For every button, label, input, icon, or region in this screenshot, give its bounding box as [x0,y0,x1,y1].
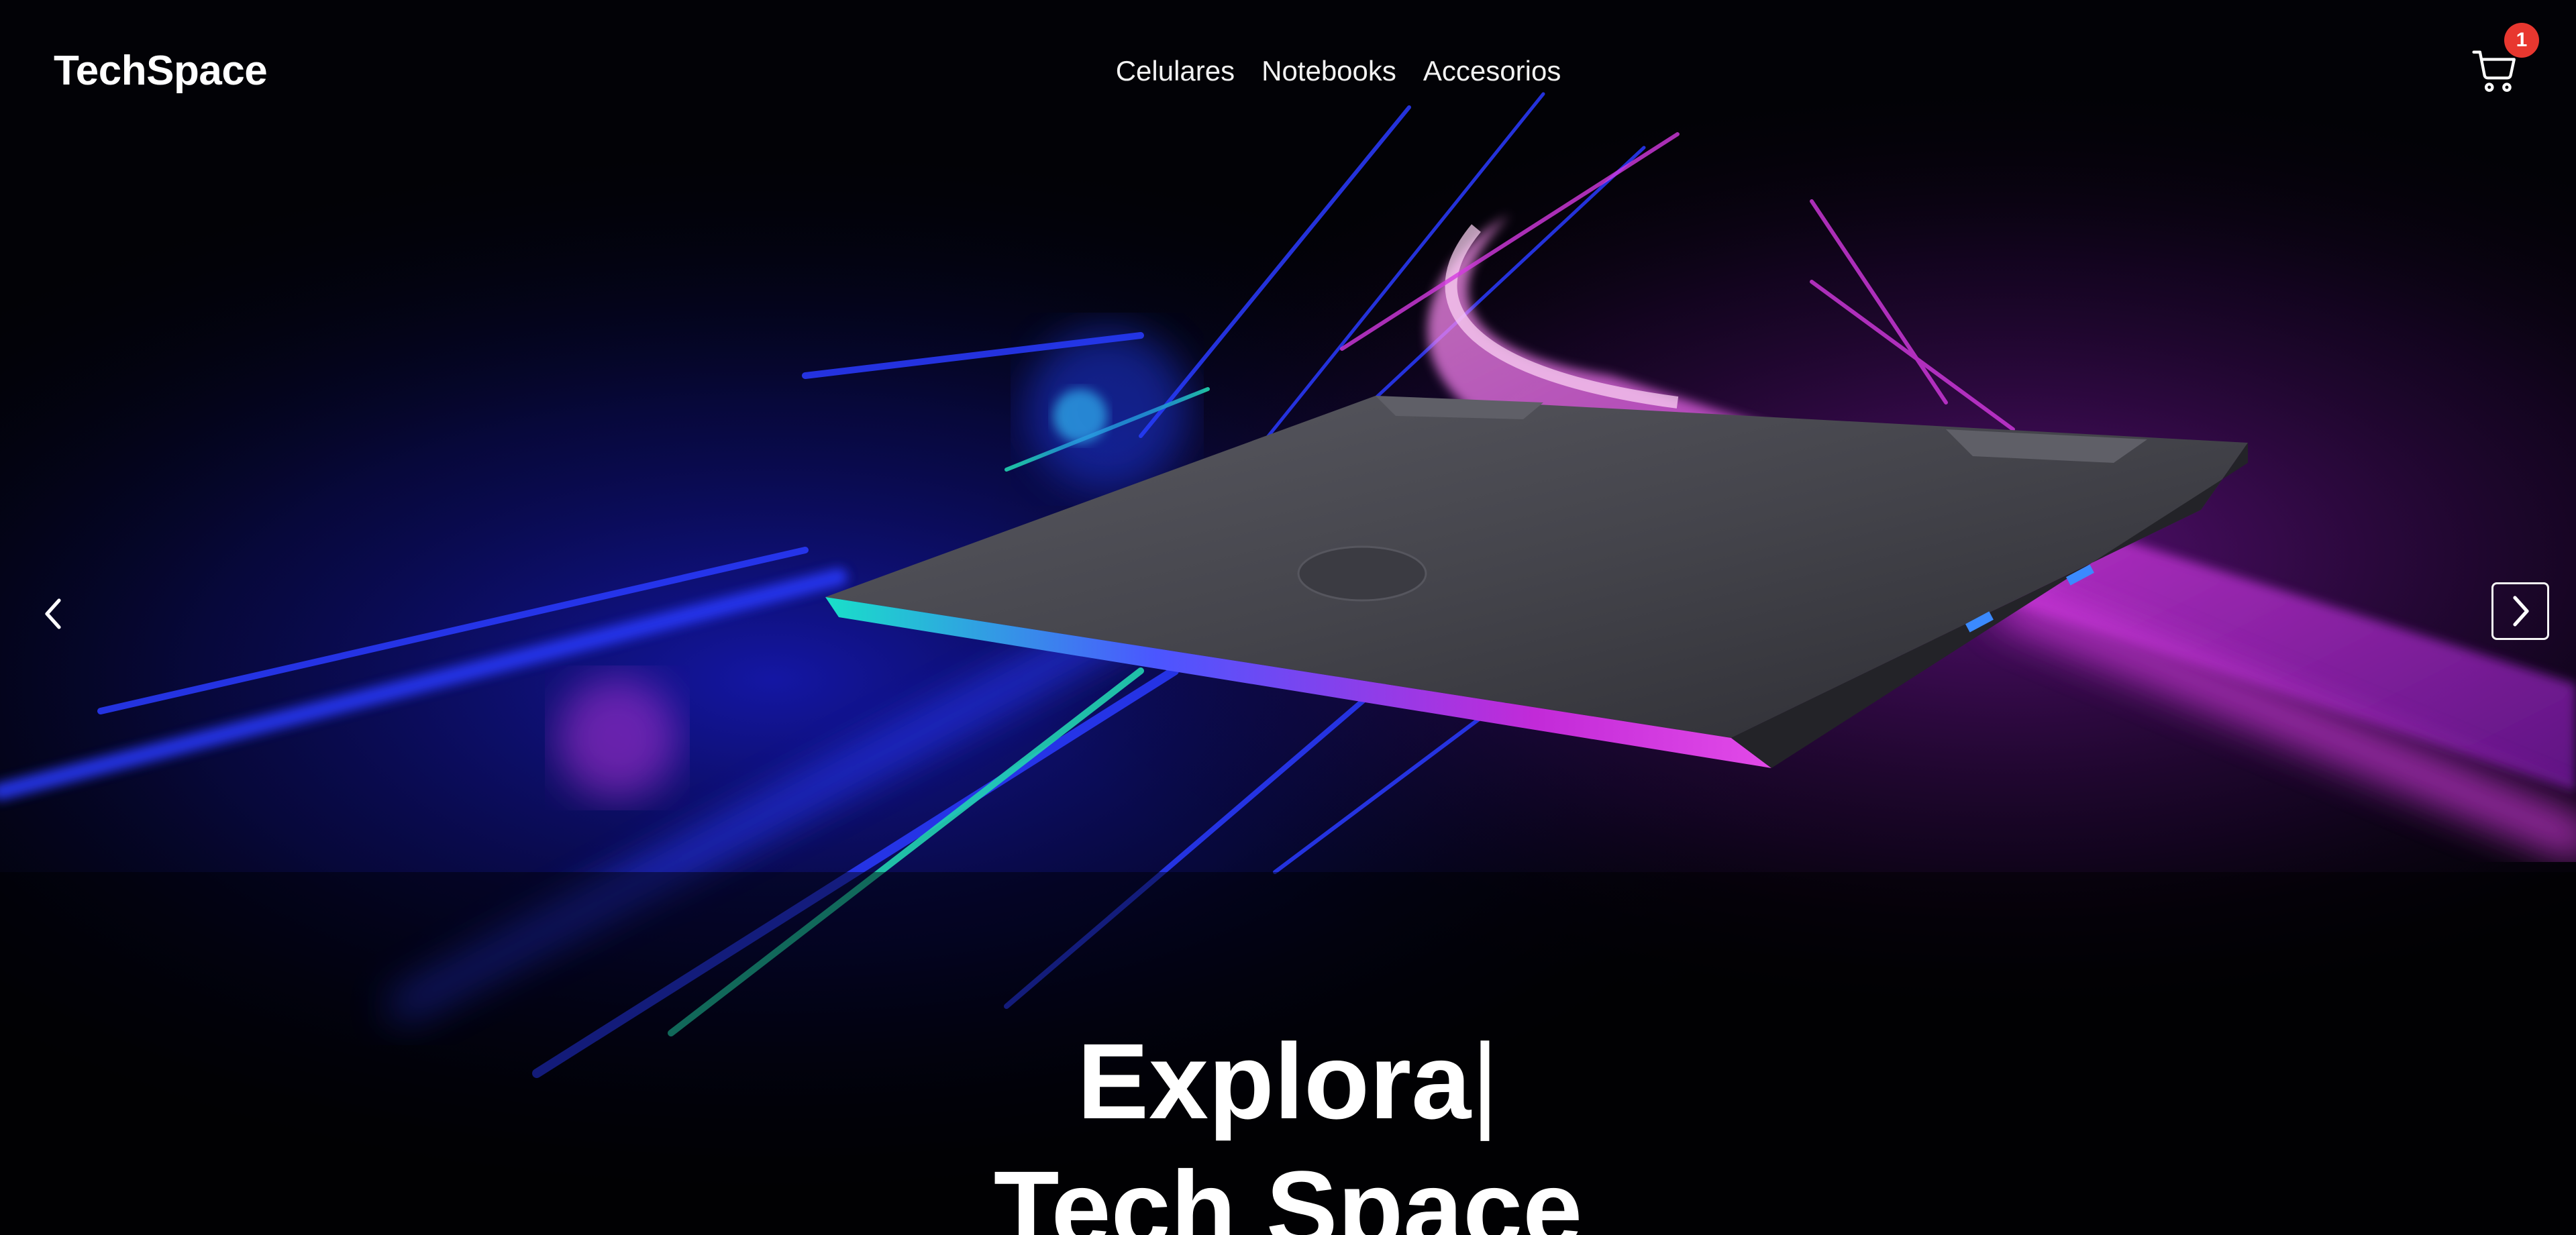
hero-heading-line1: Explora| [0,1018,2576,1145]
chevron-right-icon [2513,596,2529,627]
carousel-prev-button[interactable] [35,585,72,643]
hero-heading-line2: Tech Space [993,1148,1583,1235]
main-nav: Celulares Notebooks Accesorios [0,52,2576,90]
nav-link-accesorios[interactable]: Accesorios [1423,52,1561,90]
hero-carousel: TechSpace Celulares Notebooks Accesorios… [0,0,2576,1235]
hero-heading-typed-text: Explora [1077,1021,1472,1142]
carousel-next-button[interactable] [2491,582,2549,640]
nav-link-celulares[interactable]: Celulares [1116,52,1235,90]
hero-heading: Explora| Tech Space [0,1018,2576,1235]
cart-count-badge: 1 [2504,23,2539,58]
typing-caret: | [1471,1021,1499,1142]
chevron-left-icon [45,598,61,629]
nav-link-notebooks[interactable]: Notebooks [1261,52,1396,90]
navbar: TechSpace Celulares Notebooks Accesorios… [0,0,2576,141]
